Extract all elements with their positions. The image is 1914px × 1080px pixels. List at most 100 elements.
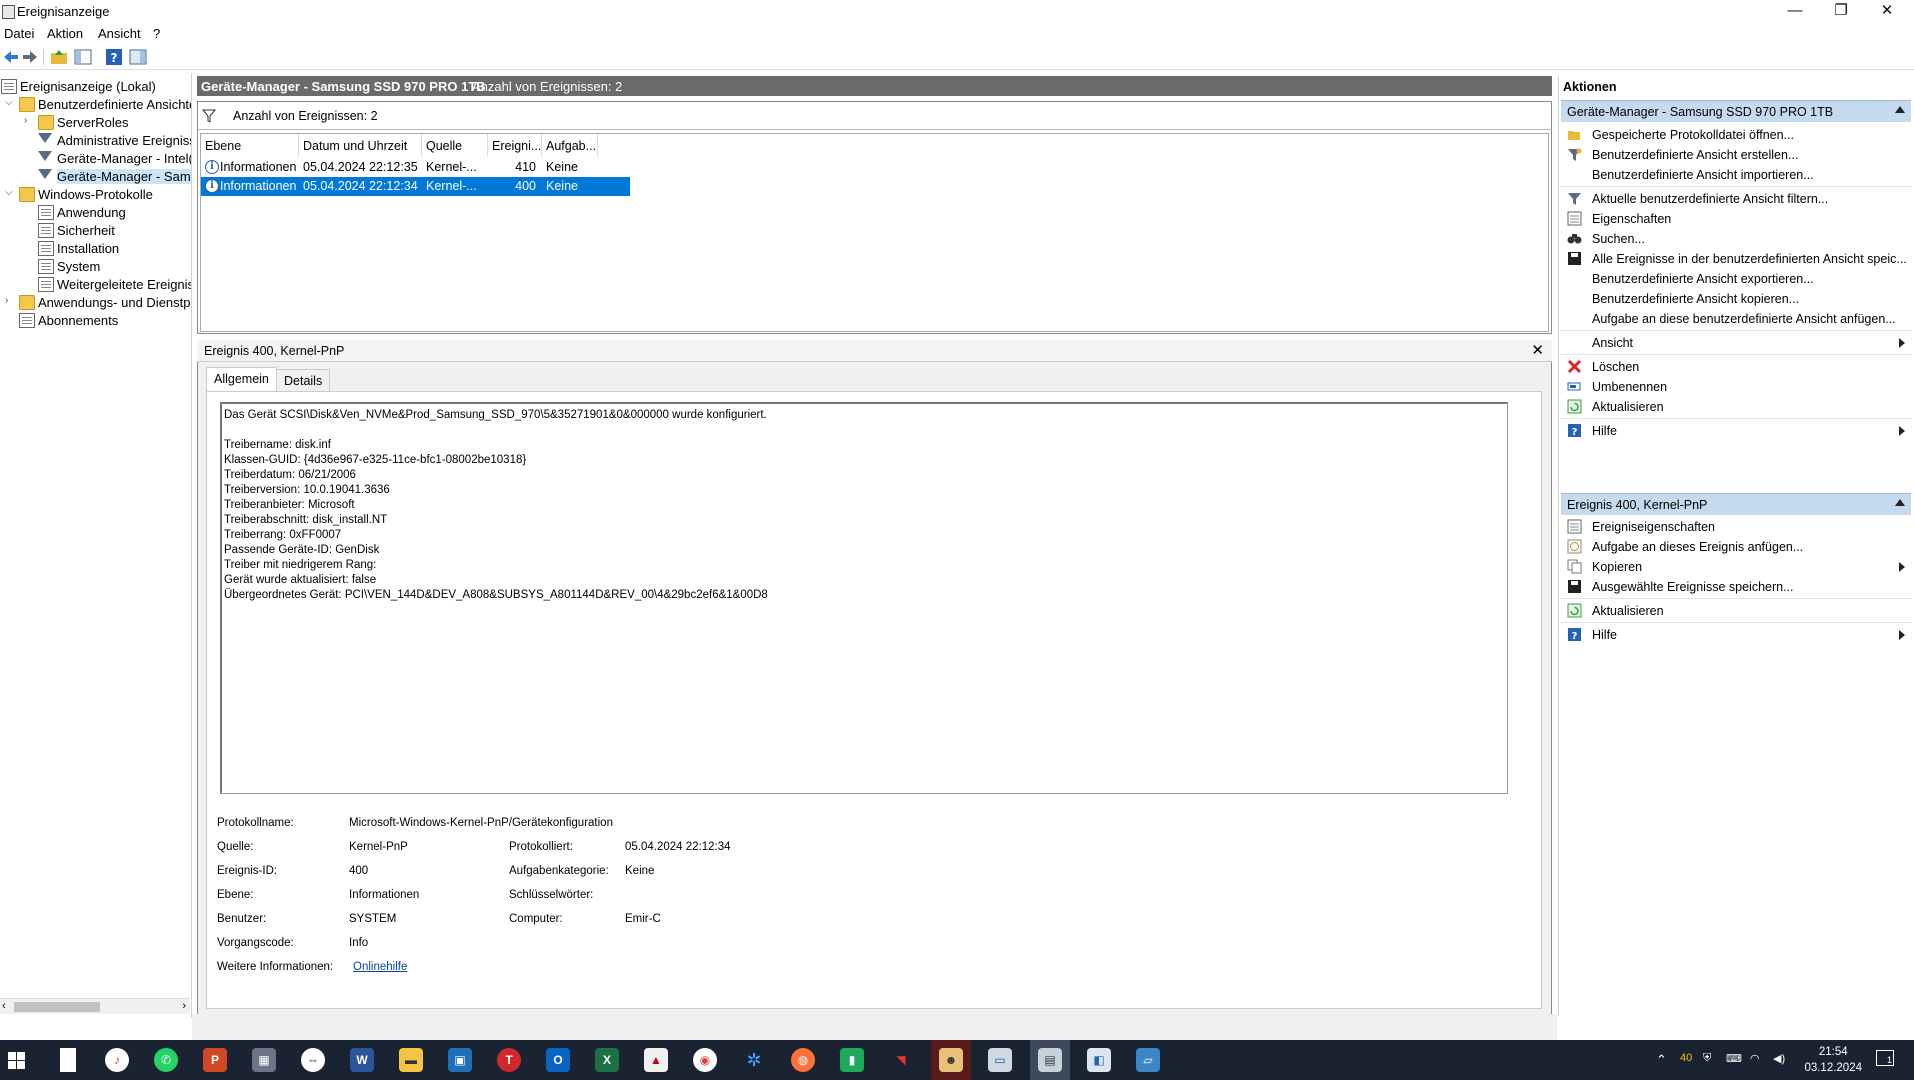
tree-app-services[interactable]: › Anwendungs- und Dienstpro xyxy=(5,294,191,312)
menu-aktion[interactable]: Aktion xyxy=(47,26,83,41)
action-import-custom-view[interactable]: Benutzerdefinierte Ansicht importieren..… xyxy=(1561,164,1911,186)
windows-start-icon[interactable] xyxy=(8,1052,25,1069)
teamviewer-icon[interactable]: ⇔ xyxy=(301,1048,325,1072)
notification-center-icon[interactable]: 1 xyxy=(1876,1050,1894,1066)
file-app-icon[interactable] xyxy=(60,1048,76,1072)
show-hide-tree-icon[interactable] xyxy=(74,48,92,66)
tree-system[interactable]: System xyxy=(38,258,191,276)
collapse-up-icon[interactable] xyxy=(1895,499,1905,506)
scroll-right-icon[interactable]: › xyxy=(182,1000,186,1012)
tray-count[interactable]: 40 xyxy=(1680,1052,1692,1064)
calculator-icon[interactable]: ▦ xyxy=(252,1048,276,1072)
action-copy[interactable]: Kopieren xyxy=(1561,556,1911,578)
column-header-task[interactable]: Aufgab... xyxy=(542,134,598,157)
action-help-event[interactable]: ? Hilfe xyxy=(1561,624,1911,646)
tree-windows-logs[interactable]: ⌵ Windows-Protokolle xyxy=(5,186,191,204)
action-delete[interactable]: Löschen xyxy=(1561,356,1911,378)
action-properties[interactable]: Eigenschaften xyxy=(1561,208,1911,230)
action-save-selected[interactable]: Ausgewählte Ereignisse speichern... xyxy=(1561,576,1911,598)
scrollbar-thumb[interactable] xyxy=(14,1002,100,1012)
minimize-button[interactable]: — xyxy=(1772,0,1818,24)
itunes-icon[interactable]: ♪ xyxy=(105,1048,129,1072)
tree-dm-samsung[interactable]: Geräte-Manager - Samsu xyxy=(38,168,191,186)
tree-admin-events[interactable]: Administrative Ereignisse xyxy=(38,132,191,150)
outlook-icon[interactable]: O xyxy=(546,1048,570,1072)
tree-horizontal-scrollbar[interactable]: ‹ › xyxy=(0,998,190,1014)
vlc-like-icon[interactable]: ▲ xyxy=(644,1048,668,1072)
close-detail-icon[interactable]: ✕ xyxy=(1531,341,1544,359)
column-header-source[interactable]: Quelle xyxy=(422,134,488,157)
action-attach-task-view[interactable]: Aufgabe an diese benutzerdefinierte Ansi… xyxy=(1561,308,1911,330)
keyboard-icon[interactable]: ⌨ xyxy=(1726,1052,1742,1065)
chevron-right-icon[interactable]: › xyxy=(24,115,27,126)
action-refresh-event[interactable]: Aktualisieren xyxy=(1561,600,1911,622)
remote-desktop-icon[interactable]: ▣ xyxy=(448,1048,472,1072)
online-help-link[interactable]: Onlinehilfe xyxy=(353,961,407,973)
clock[interactable]: 21:54 03.12.2024 xyxy=(1804,1044,1862,1076)
chevron-down-icon[interactable]: ⌵ xyxy=(5,97,13,108)
tree-server-roles[interactable]: › ServerRoles xyxy=(24,114,191,132)
tree-security[interactable]: Sicherheit xyxy=(38,222,191,240)
action-event-properties[interactable]: Ereigniseigenschaften xyxy=(1561,516,1911,538)
chrome-icon[interactable]: ◉ xyxy=(693,1048,717,1072)
tree-forwarded[interactable]: Weitergeleitete Ereignisse xyxy=(38,276,191,294)
game-app-icon[interactable]: ☻ xyxy=(939,1048,963,1072)
action-view-submenu[interactable]: Ansicht xyxy=(1561,332,1911,354)
tree-root[interactable]: Ereignisanzeige (Lokal) xyxy=(1,78,191,96)
table-row[interactable]: i Informationen 05.04.2024 22:12:35 Kern… xyxy=(201,158,630,177)
chevron-right-icon[interactable]: › xyxy=(5,295,8,306)
back-arrow-icon[interactable] xyxy=(2,48,20,66)
app-red-icon[interactable]: ◥ xyxy=(889,1048,913,1072)
powerpoint-icon[interactable]: P xyxy=(203,1048,227,1072)
excel-icon[interactable]: X xyxy=(595,1048,619,1072)
app-t-icon[interactable]: T xyxy=(497,1048,521,1072)
action-help[interactable]: ? Hilfe xyxy=(1561,420,1911,442)
whatsapp-icon[interactable]: ✆ xyxy=(154,1048,178,1072)
app-blue-icon[interactable]: ▱ xyxy=(1136,1048,1160,1072)
wifi-icon[interactable]: ◠ xyxy=(1750,1052,1760,1065)
action-export-custom-view[interactable]: Benutzerdefinierte Ansicht exportieren..… xyxy=(1561,268,1911,290)
folder-up-icon[interactable] xyxy=(50,48,68,66)
scroll-left-icon[interactable]: ‹ xyxy=(2,1000,6,1012)
tree-custom-views[interactable]: ⌵ Benutzerdefinierte Ansichten xyxy=(5,96,191,114)
word-icon[interactable]: W xyxy=(350,1048,374,1072)
event-description[interactable]: Das Gerät SCSI\Disk&Ven_NVMe&Prod_Samsun… xyxy=(220,402,1508,794)
action-rename[interactable]: Umbenennen xyxy=(1561,376,1911,398)
menu-ansicht[interactable]: Ansicht xyxy=(98,26,141,41)
network-share-icon[interactable]: ✲ xyxy=(742,1048,766,1072)
tab-allgemein[interactable]: Allgemein xyxy=(206,367,277,391)
action-refresh[interactable]: Aktualisieren xyxy=(1561,396,1911,418)
action-create-custom-view[interactable]: Benutzerdefinierte Ansicht erstellen... xyxy=(1561,144,1911,166)
action-pane-icon[interactable] xyxy=(129,48,147,66)
tray-security-icon[interactable]: ⛨ xyxy=(1703,1052,1711,1065)
display-app-icon[interactable]: ▭ xyxy=(988,1048,1012,1072)
actions-section-event[interactable]: Ereignis 400, Kernel-PnP xyxy=(1561,493,1911,515)
firefox-icon[interactable]: ◍ xyxy=(791,1048,815,1072)
menu-datei[interactable]: Datei xyxy=(4,26,34,41)
table-row-selected[interactable]: i Informationen 05.04.2024 22:12:34 Kern… xyxy=(201,177,630,196)
column-header-event-id[interactable]: Ereigni... xyxy=(488,134,542,157)
action-filter-view[interactable]: Aktuelle benutzerdefinierte Ansicht filt… xyxy=(1561,188,1911,210)
device-manager-icon[interactable]: ◧ xyxy=(1087,1048,1111,1072)
column-header-datetime[interactable]: Datum und Uhrzeit xyxy=(299,134,422,157)
tree-subscriptions[interactable]: Abonnements xyxy=(19,312,191,330)
action-copy-custom-view[interactable]: Benutzerdefinierte Ansicht kopieren... xyxy=(1561,288,1911,310)
event-viewer-task-icon[interactable]: ▤ xyxy=(1038,1048,1062,1072)
chevron-down-icon[interactable]: ⌵ xyxy=(5,187,13,198)
restore-button[interactable]: ❐ xyxy=(1818,0,1864,24)
tree-installation[interactable]: Installation xyxy=(38,240,191,258)
tab-details[interactable]: Details xyxy=(276,369,331,391)
action-attach-task-event[interactable]: Aufgabe an dieses Ereignis anfügen... xyxy=(1561,536,1911,558)
help-icon[interactable]: ? xyxy=(105,48,123,66)
forward-arrow-icon[interactable] xyxy=(21,48,39,66)
actions-section-view[interactable]: Geräte-Manager - Samsung SSD 970 PRO 1TB xyxy=(1561,100,1911,122)
action-open-saved-log[interactable]: Gespeicherte Protokolldatei öffnen... xyxy=(1561,124,1911,146)
app-green-icon[interactable]: ▮ xyxy=(840,1048,864,1072)
tree-application[interactable]: Anwendung xyxy=(38,204,191,222)
menu-help[interactable]: ? xyxy=(153,26,160,41)
action-find[interactable]: Suchen... xyxy=(1561,228,1911,250)
collapse-up-icon[interactable] xyxy=(1895,106,1905,113)
action-save-all-events[interactable]: Alle Ereignisse in der benutzerdefiniert… xyxy=(1561,248,1911,270)
column-header-ebene[interactable]: Ebene xyxy=(201,134,299,157)
close-button[interactable]: ✕ xyxy=(1864,0,1910,24)
